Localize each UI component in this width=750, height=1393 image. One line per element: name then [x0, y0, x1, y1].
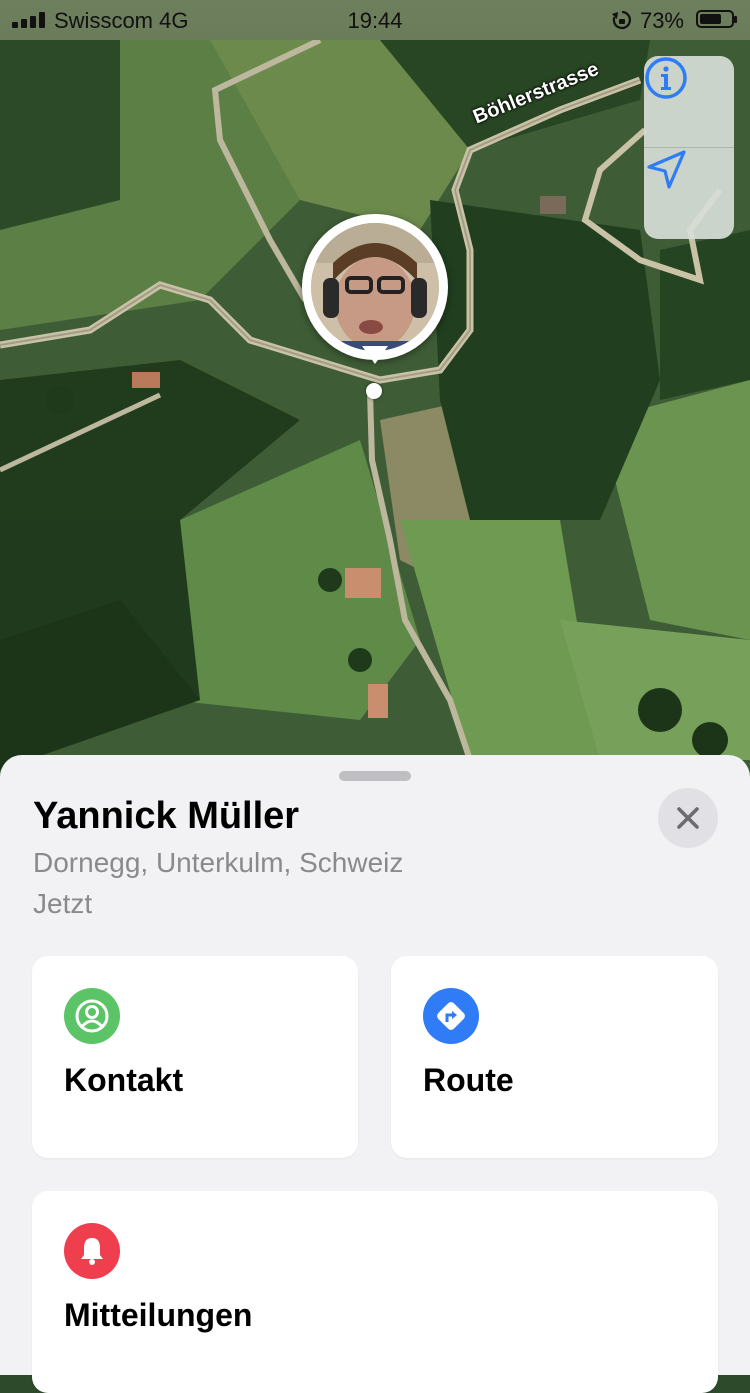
battery-icon [696, 10, 737, 28]
battery-percent: 73% [639, 8, 684, 33]
directions-icon [423, 988, 479, 1044]
route-label: Route [423, 1062, 514, 1098]
notifications-label: Mitteilungen [64, 1297, 253, 1333]
person-address: Dornegg, Unterkulm, Schweiz [33, 847, 404, 878]
status-time: 19:44 [347, 8, 403, 33]
person-pin[interactable] [302, 214, 448, 364]
pin-bubble [302, 214, 448, 360]
bell-icon [64, 1223, 120, 1279]
contact-label: Kontakt [64, 1062, 184, 1098]
location-dot [366, 383, 382, 399]
map-controls [644, 56, 734, 239]
person-name: Yannick Müller [33, 795, 300, 837]
status-bar: Swisscom 4G 19:44 73% [0, 0, 750, 40]
route-card-button[interactable]: Route [391, 956, 718, 1158]
avatar [311, 223, 439, 351]
last-updated: Jetzt [33, 888, 93, 919]
sheet-grabber[interactable] [339, 771, 411, 781]
tracking-button[interactable] [644, 148, 734, 239]
notifications-card-button[interactable]: Mitteilungen [32, 1191, 718, 1393]
close-icon [677, 807, 699, 829]
info-icon [645, 57, 687, 99]
person-detail-sheet: Yannick Müller Dornegg, Unterkulm, Schwe… [0, 755, 750, 1393]
contact-card-button[interactable]: Kontakt [32, 956, 358, 1158]
pin-tail [362, 346, 388, 364]
battery-fill [700, 14, 721, 24]
avatar-face-icon [311, 223, 439, 351]
location-arrow-icon [647, 150, 686, 189]
contact-icon [64, 988, 120, 1044]
map-view[interactable]: Böhlerstrasse [0, 0, 750, 800]
rotation-lock-icon [612, 10, 631, 30]
map-info-button[interactable] [644, 56, 734, 148]
satellite-imagery [0, 0, 750, 800]
close-button[interactable] [658, 788, 718, 848]
